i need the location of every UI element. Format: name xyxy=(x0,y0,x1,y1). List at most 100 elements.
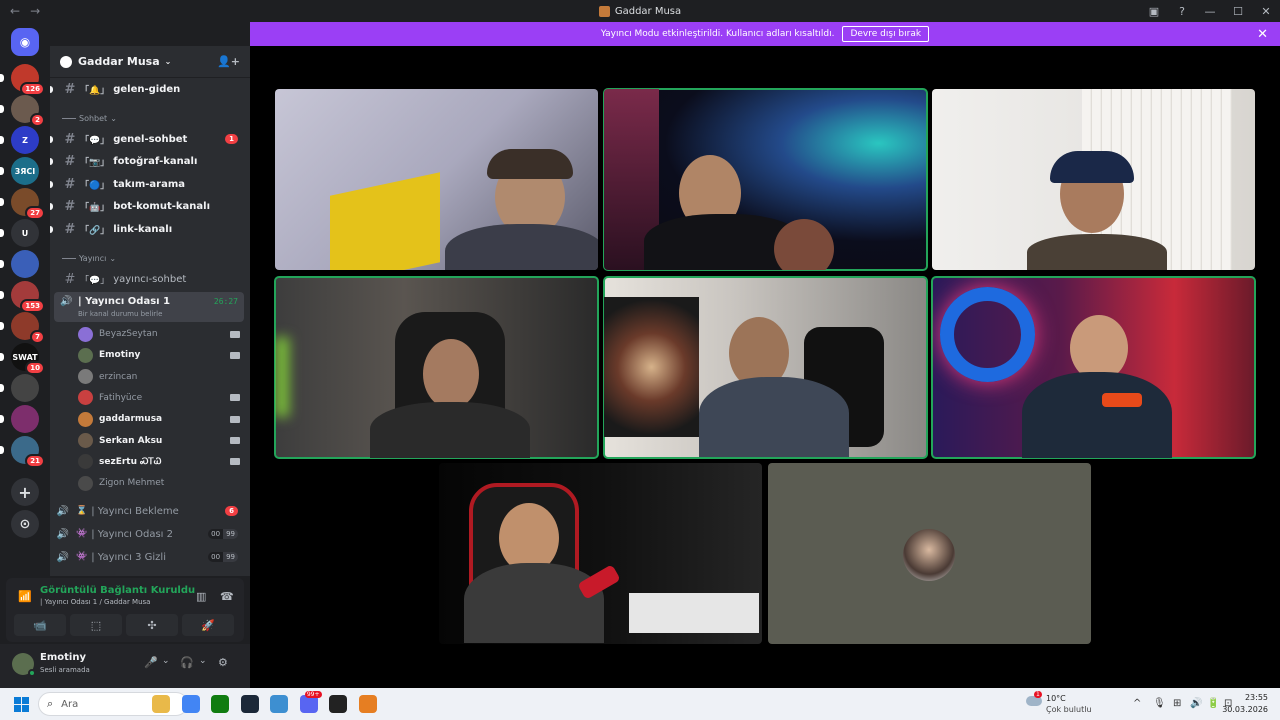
voice-member[interactable]: gaddarmusa xyxy=(78,409,246,429)
guild-icon[interactable]: SWAT 10 xyxy=(0,343,45,375)
video-tile[interactable] xyxy=(274,276,599,459)
help-icon[interactable]: ? xyxy=(1168,5,1196,18)
taskbar-app-icon[interactable]: 99+ xyxy=(299,691,322,713)
video-tile[interactable] xyxy=(603,88,928,271)
show-hidden-icons[interactable]: ^ xyxy=(1133,698,1141,709)
compass-icon: ⊙ xyxy=(19,516,31,532)
voice-channel[interactable]: 🔊 ⌛ | Yayıncı Bekleme 6 xyxy=(54,500,244,522)
username[interactable]: Emotiny xyxy=(40,652,86,663)
voice-channel[interactable]: 🔊 👾 | Yayıncı Odası 2 00 99 xyxy=(54,523,244,545)
windows-start-icon[interactable] xyxy=(14,697,29,712)
mention-badge: 153 xyxy=(20,299,45,313)
channel-item[interactable]: # 「💬」 genel-sohbet 1 xyxy=(50,128,246,150)
unread-indicator xyxy=(0,167,4,175)
unread-indicator xyxy=(0,446,4,454)
gear-icon[interactable]: ⚙ xyxy=(218,656,228,669)
voice-member[interactable]: Fatihyüce xyxy=(78,388,246,408)
activities-button[interactable]: ✣ xyxy=(126,614,178,636)
voice-connection-panel: 📶 Görüntülü Bağlantı Kuruldu | Yayıncı O… xyxy=(6,578,244,642)
guild-icon[interactable]: 153 xyxy=(0,281,45,313)
signal-icon[interactable]: 📶 xyxy=(18,590,32,603)
soundboard-button[interactable]: 🚀 xyxy=(182,614,234,636)
voice-member[interactable]: BeyazSeytan xyxy=(78,324,246,344)
noise-suppression-icon[interactable]: ▥ xyxy=(196,590,206,603)
chevron-down-icon[interactable]: ⌄ xyxy=(162,656,170,666)
unread-indicator xyxy=(0,260,4,268)
voice-channel[interactable]: 🔊 👾 | Yayıncı 3 Gizli 00 99 xyxy=(54,546,244,568)
user-panel: Emotiny Sesli aramada 🎤 ⌄ 🎧 ⌄ ⚙ xyxy=(0,644,250,688)
volume-icon[interactable]: 🔊 xyxy=(1190,698,1202,709)
category-yayinci[interactable]: Yayıncı ⌄ xyxy=(62,254,116,263)
video-tile[interactable] xyxy=(932,89,1255,270)
close-icon[interactable]: ✕ xyxy=(1257,27,1268,42)
add-server-button[interactable]: + xyxy=(11,478,39,506)
camera-button[interactable]: 📹 xyxy=(14,614,66,636)
guild-icon[interactable]: 21 xyxy=(0,436,45,468)
guild-icon[interactable]: Z xyxy=(0,126,39,154)
disconnect-icon[interactable]: ☎ xyxy=(220,590,234,603)
channel-item[interactable]: # 「📷」 fotoğraf-kanalı xyxy=(50,151,246,173)
channel-item[interactable]: # 「🔗」 link-kanalı xyxy=(50,218,246,240)
taskbar-app-icon[interactable] xyxy=(211,695,229,713)
channel-emoji: 「💬」 xyxy=(80,275,110,286)
voice-member[interactable]: erzincan xyxy=(78,367,246,387)
channel-status-prompt[interactable]: Bir kanal durumu belirle xyxy=(78,310,162,318)
video-tile[interactable] xyxy=(275,89,598,270)
avatar xyxy=(78,390,93,406)
guild-icon[interactable]: 2 xyxy=(0,95,45,127)
clock[interactable]: 23:55 30.03.2026 xyxy=(1222,692,1268,716)
channel-item[interactable]: # 「🤖」 bot-komut-kanalı xyxy=(50,196,246,218)
display-icon[interactable]: ⊞ xyxy=(1173,698,1181,709)
maximize-button[interactable]: ☐ xyxy=(1224,5,1252,18)
chevron-down-icon[interactable]: ⌄ xyxy=(199,656,207,666)
server-header[interactable]: Gaddar Musa ⌄ 👤+ xyxy=(50,46,250,78)
taskbar-app-icon[interactable] xyxy=(240,695,259,713)
guild-icon[interactable]: 7 xyxy=(0,312,45,344)
screen-share-button[interactable]: ⬚ xyxy=(70,614,122,636)
server-name: Gaddar Musa xyxy=(78,55,160,68)
activities-icon: ✣ xyxy=(147,618,157,632)
battery-icon[interactable]: 🔋 xyxy=(1207,698,1219,709)
taskbar-app-icon[interactable] xyxy=(152,695,170,713)
voice-member[interactable]: Serkan Aksu xyxy=(78,431,246,451)
guild-icon[interactable]: 3ЯCI xyxy=(0,157,39,185)
taskbar-app-icon[interactable] xyxy=(270,695,288,713)
voice-member[interactable]: Zigon Mehmet xyxy=(78,473,246,493)
guild-icon[interactable] xyxy=(0,374,39,402)
rgb-light xyxy=(275,337,289,417)
guild-icon[interactable] xyxy=(0,250,39,278)
microphone-icon[interactable]: 🎤 xyxy=(144,656,158,669)
invite-icon[interactable]: 👤+ xyxy=(217,55,240,68)
inbox-icon[interactable]: ▣ xyxy=(1140,5,1168,18)
category-sohbet[interactable]: Sohbet ⌄ xyxy=(62,114,117,123)
guild-icon[interactable]: 126 xyxy=(0,64,45,96)
disable-streamer-mode-button[interactable]: Devre dışı bırak xyxy=(842,26,930,42)
voice-member[interactable]: sezErtu ᏍᎢᏇ xyxy=(78,452,246,472)
close-window-button[interactable]: ✕ xyxy=(1252,5,1280,18)
connection-status[interactable]: Görüntülü Bağlantı Kuruldu xyxy=(40,585,195,596)
channel-gelen-giden[interactable]: # 「🔔」 gelen-giden xyxy=(50,78,246,100)
microphone-icon[interactable]: 🎙 xyxy=(1153,698,1166,709)
connection-channel[interactable]: | Yayıncı Odası 1 / Gaddar Musa xyxy=(40,598,150,606)
video-tile[interactable] xyxy=(603,276,928,459)
voice-member[interactable]: Emotiny xyxy=(78,345,246,365)
guild-icon[interactable]: U xyxy=(0,219,39,247)
video-tile[interactable] xyxy=(439,463,762,644)
taskbar-app-icon[interactable] xyxy=(329,695,347,713)
video-tile[interactable] xyxy=(931,276,1256,459)
mention-badge: 2 xyxy=(30,113,45,127)
home-button[interactable]: ◉ xyxy=(11,28,39,56)
video-tile-avatar[interactable] xyxy=(768,463,1091,644)
speaker-icon: 🔊 xyxy=(56,551,70,563)
explore-button[interactable]: ⊙ xyxy=(11,510,39,538)
guild-icon[interactable]: 27 xyxy=(0,188,45,220)
minimize-button[interactable]: — xyxy=(1196,5,1224,18)
unread-indicator xyxy=(50,85,53,93)
taskbar-app-icon[interactable] xyxy=(181,695,200,713)
taskbar-app-icon[interactable] xyxy=(358,695,377,713)
channel-yayinci-sohbet[interactable]: # 「💬」 yayıncı-sohbet xyxy=(54,268,246,290)
channel-item[interactable]: # 「🔵」 takım-arama xyxy=(50,173,246,195)
guild-icon[interactable] xyxy=(0,405,39,433)
headphones-icon[interactable]: 🎧 xyxy=(180,656,194,669)
voice-channel-active[interactable]: 🔊 | Yayıncı Odası 1 26:27 Bir kanal duru… xyxy=(54,292,244,322)
